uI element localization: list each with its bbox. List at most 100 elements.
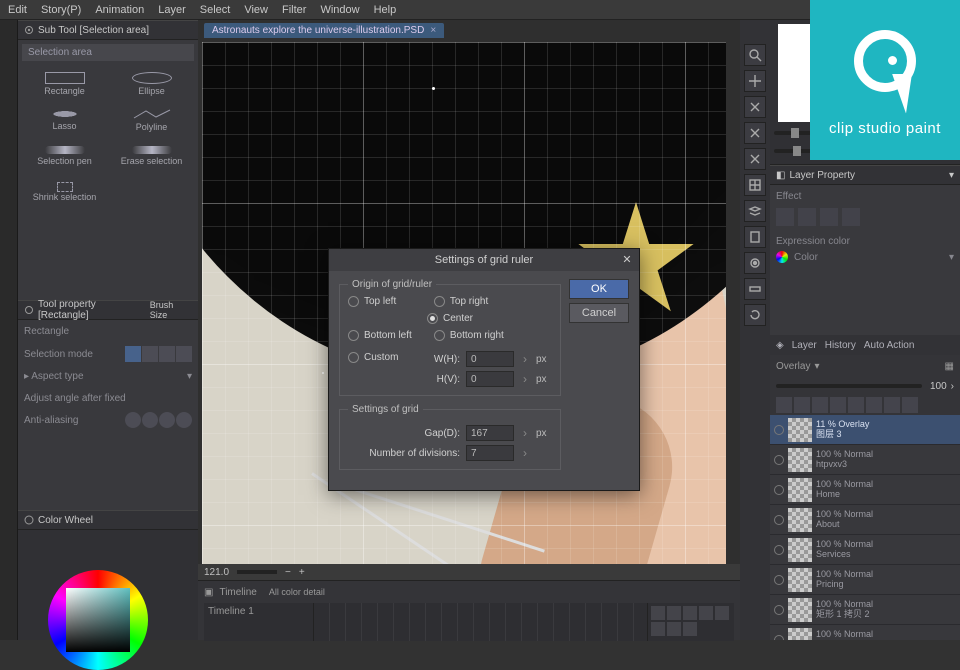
effect-btn[interactable] [842,208,860,226]
effect-btn[interactable] [798,208,816,226]
subtool-tab[interactable]: Selection area [22,44,194,61]
menu-window[interactable]: Window [320,4,359,16]
spinner-icon[interactable]: › [520,372,530,386]
wh-input[interactable]: 0 [466,351,514,367]
radio-center[interactable]: Center [427,313,473,324]
clip-studio-logo-icon [846,24,924,114]
layer-action-buttons[interactable] [770,395,960,415]
document-tabs: Astronauts explore the universe-illustra… [198,20,740,38]
hv-input[interactable]: 0 [466,371,514,387]
subtool-polyline[interactable]: Polyline [109,103,194,137]
spinner-icon[interactable]: › [520,352,530,366]
timeline-track[interactable] [314,603,648,641]
tab-history[interactable]: History [825,340,856,351]
close-x-icon-3[interactable] [744,148,766,170]
timeline-clip-name[interactable]: All color detail [269,587,325,597]
visibility-icon[interactable] [774,425,784,435]
close-x-icon[interactable] [744,96,766,118]
radio-bottom-right[interactable]: Bottom right [434,330,552,341]
subtool-panel-header[interactable]: Sub Tool [Selection area] [18,20,198,40]
layer-row[interactable]: 100 % Normal矩形 1 拷贝 2 [770,595,960,625]
menu-filter[interactable]: Filter [282,4,306,16]
menu-help[interactable]: Help [374,4,397,16]
color-square[interactable] [66,588,130,652]
tab-auto-action[interactable]: Auto Action [864,340,915,351]
zoom-out-icon[interactable]: − [285,567,291,578]
toolprop-panel-header[interactable]: Tool property [Rectangle] Brush Size [18,300,198,320]
visibility-icon[interactable] [774,515,784,525]
subtool-shrink-selection[interactable]: Shrink selection [22,175,107,209]
zoom-slider[interactable] [237,570,277,574]
color-ring[interactable] [48,570,148,670]
visibility-icon[interactable] [774,545,784,555]
menu-animation[interactable]: Animation [95,4,144,16]
toolprop-tab-brushsize[interactable]: Brush Size [150,300,192,320]
layer-row[interactable]: 100 % Normalhtpvxv3 [770,445,960,475]
layerprop-panel-header[interactable]: ◧ Layer Property ▾ [770,165,960,185]
zoom-in-icon[interactable]: + [299,567,305,578]
visibility-icon[interactable] [774,575,784,585]
visibility-icon[interactable] [774,485,784,495]
close-icon[interactable]: × [430,25,436,36]
subtool-selection-pen[interactable]: Selection pen [22,139,107,173]
close-icon[interactable]: ✕ [619,251,635,267]
divisions-input[interactable]: 7 [466,445,514,461]
menu-select[interactable]: Select [200,4,231,16]
subtool-lasso[interactable]: Lasso [22,103,107,137]
radio-bottom-left[interactable]: Bottom left [348,330,428,341]
spinner-icon[interactable]: › [520,446,530,460]
ruler-icon[interactable] [744,278,766,300]
selection-mode-buttons[interactable] [125,346,192,362]
blend-mode-dropdown[interactable]: Overlay [776,361,810,372]
dialog-titlebar[interactable]: Settings of grid ruler ✕ [329,249,639,271]
expression-color-value[interactable]: Color [794,252,818,263]
visibility-icon[interactable] [774,455,784,465]
chevron-down-icon[interactable]: ▾ [949,252,954,263]
doc-icon[interactable] [744,226,766,248]
radio-custom[interactable]: Custom [348,347,428,367]
timeline-play-controls[interactable] [648,603,734,641]
spinner-icon[interactable]: › [951,381,954,392]
layer-row[interactable]: 100 % NormalServices [770,535,960,565]
layerprop-menu-icon[interactable]: ▾ [949,170,954,181]
layers-title[interactable]: Layer [792,340,817,351]
reset-icon[interactable] [744,304,766,326]
timeline-title[interactable]: Timeline [219,587,256,598]
visibility-icon[interactable] [774,635,784,641]
spinner-icon[interactable]: › [520,426,530,440]
layer-row[interactable]: 100 % NormalAbout [770,505,960,535]
effect-btn[interactable] [820,208,838,226]
opacity-slider[interactable] [776,384,922,388]
close-x-icon-2[interactable] [744,122,766,144]
document-tab[interactable]: Astronauts explore the universe-illustra… [204,23,444,38]
ok-button[interactable]: OK [569,279,629,299]
menu-layer[interactable]: Layer [158,4,186,16]
timeline-track-label[interactable]: Timeline 1 [208,606,309,617]
aspect-dropdown[interactable]: ▾ [187,371,192,382]
layer-row[interactable]: 100 % NormalHome [770,475,960,505]
subtool-rectangle[interactable]: Rectangle [22,67,107,101]
subtool-ellipse[interactable]: Ellipse [109,67,194,101]
layer-row[interactable]: 100 % Normalexplore [770,625,960,640]
magnify-icon[interactable] [744,44,766,66]
layer-row[interactable]: 100 % NormalPricing [770,565,960,595]
grid-icon[interactable] [744,174,766,196]
visibility-icon[interactable] [774,605,784,615]
antialias-buttons[interactable] [125,412,192,428]
menu-edit[interactable]: Edit [8,4,27,16]
cancel-button[interactable]: Cancel [569,303,629,323]
subtool-erase-selection[interactable]: Erase selection [109,139,194,173]
gear-icon[interactable] [744,252,766,274]
colorwheel-panel[interactable] [18,530,198,640]
radio-top-right[interactable]: Top right [434,296,552,307]
move-icon[interactable] [744,70,766,92]
menu-view[interactable]: View [244,4,268,16]
effect-btn[interactable] [776,208,794,226]
layer-row[interactable]: 11 % Overlay图层 3 [770,415,960,445]
gap-input[interactable]: 167 [466,425,514,441]
layer-lock-icon[interactable]: ▦ [945,361,954,372]
colorwheel-panel-header[interactable]: Color Wheel [18,510,198,530]
menu-story[interactable]: Story(P) [41,4,81,16]
layers-icon[interactable] [744,200,766,222]
radio-top-left[interactable]: Top left [348,296,428,307]
